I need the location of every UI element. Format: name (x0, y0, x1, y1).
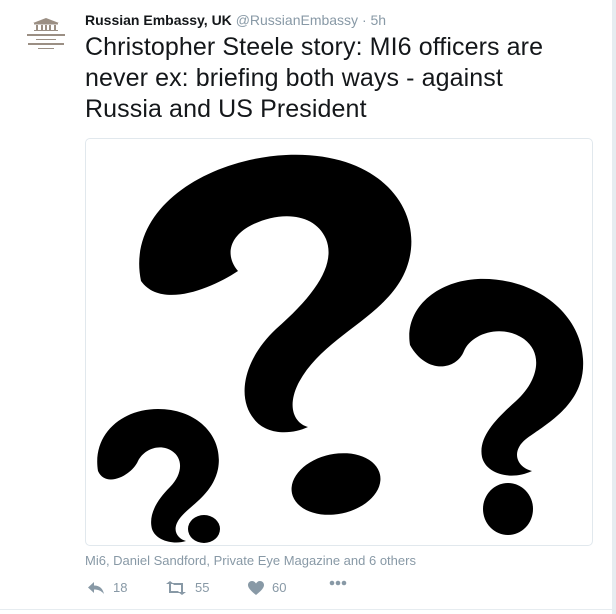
tweet[interactable]: Russian Embassy, UK @RussianEmbassy · 5h… (0, 0, 616, 614)
author-name[interactable]: Russian Embassy, UK (85, 12, 232, 28)
like-button[interactable]: 60 (248, 580, 286, 595)
avatar[interactable] (22, 12, 70, 60)
logo-text-line (36, 39, 56, 40)
author-handle[interactable]: @RussianEmbassy (236, 12, 358, 28)
retweet-button[interactable]: 55 (165, 580, 209, 595)
heart-icon (248, 580, 264, 595)
left-question-mark (97, 409, 220, 543)
logo-text-line (38, 48, 54, 49)
more-button[interactable] (329, 580, 347, 586)
embassy-logo-icon (33, 18, 59, 31)
tweet-header: Russian Embassy, UK @RussianEmbassy · 5h (85, 12, 386, 28)
timestamp[interactable]: 5h (371, 12, 387, 28)
tweet-text: Christopher Steele story: MI6 officers a… (85, 33, 544, 123)
separator: · (361, 12, 367, 28)
divider (0, 609, 612, 610)
reply-button[interactable]: 18 (87, 580, 127, 595)
question-marks-image (97, 154, 584, 543)
scrollbar[interactable] (612, 0, 616, 614)
retweet-count: 55 (195, 580, 210, 595)
retweet-icon (166, 580, 186, 595)
logo-text-line (27, 34, 65, 36)
tagged-users[interactable]: Mi6, Daniel Sandford, Private Eye Magazi… (85, 553, 416, 568)
tweet-image[interactable] (85, 138, 593, 546)
like-count: 60 (272, 580, 287, 595)
logo-text-line (28, 43, 64, 45)
reply-count: 18 (113, 580, 128, 595)
right-question-mark (409, 278, 584, 535)
reply-icon (88, 581, 104, 594)
more-icon (329, 580, 347, 586)
